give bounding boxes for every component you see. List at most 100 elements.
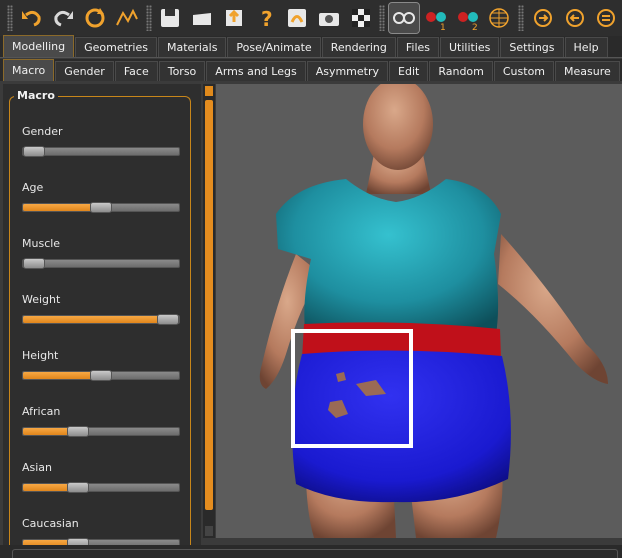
tab-modelling[interactable]: Modelling: [3, 35, 75, 57]
slider-track[interactable]: [22, 258, 180, 269]
smooth-button[interactable]: [112, 3, 142, 33]
back-view-icon: [565, 9, 584, 27]
help-icon: ?: [261, 7, 273, 31]
load-button[interactable]: [187, 3, 217, 33]
slider-handle[interactable]: [157, 314, 179, 325]
screenshot-icon: [318, 13, 339, 26]
save-button[interactable]: [156, 3, 186, 33]
stereo2-icon: 2: [457, 12, 478, 31]
slider-track[interactable]: [22, 370, 180, 381]
pose-button[interactable]: [282, 3, 312, 33]
toolbar-grip[interactable]: [518, 5, 525, 31]
subtab-macro[interactable]: Macro: [3, 59, 55, 81]
skirt: [292, 350, 511, 503]
background-button[interactable]: [346, 3, 376, 33]
export-button[interactable]: [219, 3, 249, 33]
slider-track[interactable]: [22, 146, 180, 157]
wireframe-icon: [489, 8, 510, 28]
save-icon: [161, 9, 180, 27]
front-view-button[interactable]: [528, 3, 558, 33]
stereo1-button[interactable]: 1: [421, 3, 451, 33]
macro-panel: Macro Gender Age Muscle Weight Height African…: [3, 84, 201, 556]
wireframe-button[interactable]: [484, 3, 514, 33]
subtab-asymmetry[interactable]: Asymmetry: [306, 61, 389, 81]
tab-materials[interactable]: Materials: [158, 37, 227, 57]
slider-handle[interactable]: [67, 482, 89, 493]
slider-height: Height: [22, 349, 180, 381]
background-checker-icon: [351, 9, 370, 27]
svg-text:2: 2: [472, 23, 478, 31]
smooth-icon: [115, 8, 138, 26]
subtab-custom[interactable]: Custom: [493, 61, 555, 81]
stereo1-icon: 1: [425, 12, 446, 31]
toolbar-grip[interactable]: [379, 5, 386, 31]
undo-icon: [21, 10, 41, 27]
subtab-gender[interactable]: Gender: [55, 61, 114, 81]
slider-handle[interactable]: [23, 258, 45, 269]
tab-utilities[interactable]: Utilities: [440, 37, 500, 57]
standard-view-button[interactable]: [388, 2, 421, 34]
slider-handle[interactable]: [23, 146, 45, 157]
reset-icon: [85, 8, 105, 28]
main-tab-bar: Modelling Geometries Materials Pose/Animate…: [0, 35, 622, 58]
tab-pose-animate[interactable]: Pose/Animate: [227, 37, 321, 57]
pose-icon: [288, 9, 307, 27]
slider-label: Height: [22, 349, 59, 362]
human-model: [259, 84, 608, 538]
slider-label: Age: [22, 181, 44, 194]
redo-icon: [54, 10, 74, 27]
subtab-edit[interactable]: Edit: [389, 61, 429, 81]
reset-button[interactable]: [80, 3, 110, 33]
help-button[interactable]: ?: [251, 3, 281, 33]
slider-track[interactable]: [22, 426, 180, 437]
slider-label: African: [22, 405, 61, 418]
slider-asian: Asian: [22, 461, 180, 493]
3d-viewport[interactable]: [216, 84, 622, 538]
redo-button[interactable]: [49, 3, 79, 33]
macro-group: Macro Gender Age Muscle Weight Height African…: [9, 89, 191, 556]
tab-files[interactable]: Files: [396, 37, 439, 57]
slider-label: Gender: [22, 125, 63, 138]
subtab-arms-and-legs[interactable]: Arms and Legs: [206, 61, 306, 81]
slider-label: Asian: [22, 461, 53, 474]
scroll-down-arrow[interactable]: [205, 526, 213, 536]
sub-tab-bar: Macro Gender Face Torso Arms and Legs Asymmet…: [0, 59, 622, 81]
slider-handle[interactable]: [67, 426, 89, 437]
scroll-thumb[interactable]: [205, 100, 213, 510]
subtab-face[interactable]: Face: [114, 61, 158, 81]
toolbar-grip[interactable]: [145, 5, 152, 31]
toolbar-grip[interactable]: [7, 5, 13, 31]
tab-geometries[interactable]: Geometries: [75, 37, 157, 57]
slider-handle[interactable]: [90, 202, 112, 213]
shirt: [276, 179, 501, 339]
slider-track[interactable]: [22, 482, 180, 493]
tab-settings[interactable]: Settings: [500, 37, 564, 57]
slider-handle[interactable]: [90, 370, 112, 381]
back-view-button[interactable]: [560, 3, 590, 33]
tab-help[interactable]: Help: [564, 37, 608, 57]
stereo2-button[interactable]: 2: [453, 3, 483, 33]
screenshot-button[interactable]: [314, 3, 344, 33]
slider-track[interactable]: [22, 202, 180, 213]
slider-gender: Gender: [22, 125, 180, 157]
scroll-up-arrow[interactable]: [205, 86, 213, 96]
right-arm: [498, 234, 608, 384]
undo-button[interactable]: [17, 3, 47, 33]
side-view-button[interactable]: [591, 3, 621, 33]
subtab-random[interactable]: Random: [429, 61, 493, 81]
front-view-icon: [533, 9, 552, 27]
slider-label: Caucasian: [22, 517, 79, 530]
tab-rendering[interactable]: Rendering: [321, 37, 396, 57]
status-frame: [12, 549, 618, 558]
slider-african: African: [22, 405, 180, 437]
panel-scrollbar[interactable]: [203, 84, 215, 538]
slider-caucasian: Caucasian: [22, 517, 180, 549]
slider-fill: [23, 316, 171, 323]
subtab-measure[interactable]: Measure: [555, 61, 620, 81]
slider-age: Age: [22, 181, 180, 213]
subtab-torso[interactable]: Torso: [158, 61, 206, 81]
svg-text:?: ?: [261, 7, 273, 31]
main-toolbar: ? 1 2: [0, 0, 622, 36]
slider-label: Muscle: [22, 237, 61, 250]
slider-track[interactable]: [22, 314, 180, 325]
